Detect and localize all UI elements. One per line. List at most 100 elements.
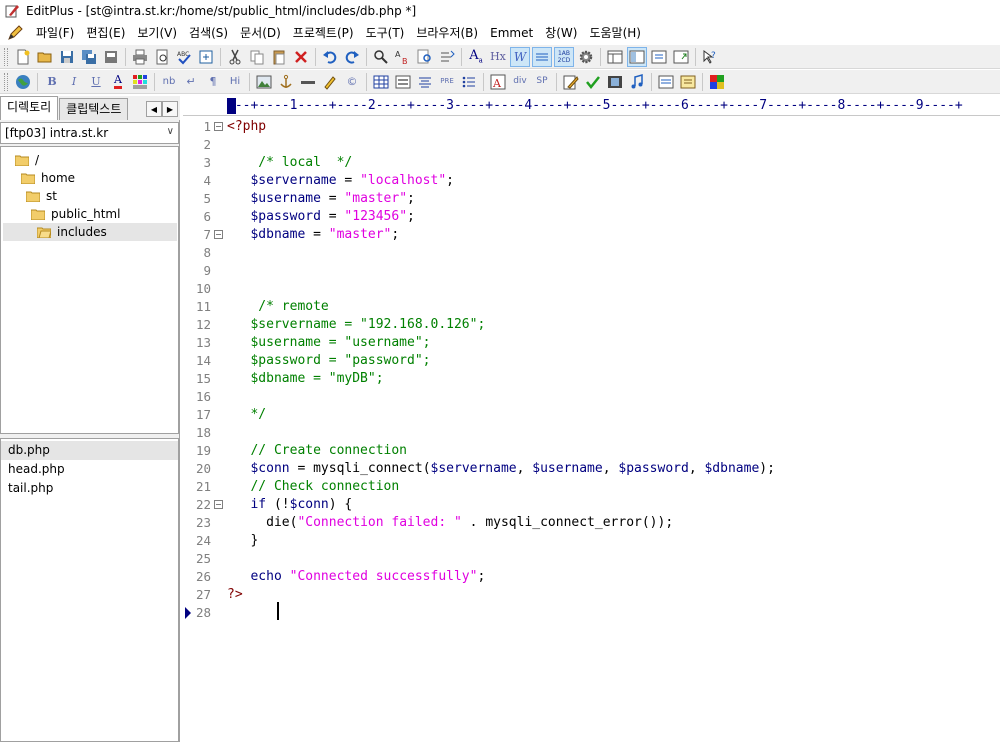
menu-emmet[interactable]: Emmet (484, 22, 539, 44)
menu-window[interactable]: 창(W) (539, 22, 583, 44)
underline-icon[interactable]: U (86, 72, 106, 92)
browser-globe-icon[interactable] (13, 72, 33, 92)
output-window-icon[interactable] (627, 46, 647, 67)
menu-tools[interactable]: 도구(T) (360, 22, 411, 44)
tree-item-root[interactable]: / (15, 151, 175, 169)
code-line-17: */ (227, 407, 267, 422)
line-number: 21 (195, 479, 211, 494)
tree-item-home[interactable]: home (21, 169, 176, 187)
directory-tree: / home st public_html includes (0, 146, 179, 434)
settings-gear-icon[interactable] (576, 47, 596, 67)
image-icon[interactable] (254, 72, 274, 92)
menu-help[interactable]: 도움말(H) (583, 22, 647, 44)
validate-icon[interactable] (583, 72, 603, 92)
code-area[interactable]: <?php /* local */ $servername = "localho… (227, 118, 1000, 742)
color-table-icon[interactable] (707, 72, 727, 92)
open-folder-icon[interactable] (35, 47, 55, 67)
html-window-icon[interactable] (656, 72, 676, 92)
drive-select[interactable]: [ftp03] intra.st.kr ∨ (0, 122, 179, 144)
list-icon[interactable] (459, 72, 479, 92)
code-line-7: $dbname = "master"; (250, 227, 400, 242)
document-selector-icon[interactable] (196, 47, 216, 67)
menu-file[interactable]: 파일(F) (30, 22, 80, 44)
horizontal-rule-icon[interactable] (298, 72, 318, 92)
tab-scroll-left-icon[interactable]: ◀ (146, 101, 162, 117)
line-number: 11 (195, 299, 211, 314)
tab-directory[interactable]: 디렉토리 (0, 96, 59, 120)
word-wrap-icon[interactable]: W (510, 46, 530, 67)
code-line-26: echo "Connected successfully"; (250, 569, 486, 584)
redo-icon[interactable] (342, 47, 362, 67)
goto-line-icon[interactable] (437, 47, 457, 67)
menu-view[interactable]: 보기(V) (131, 22, 183, 44)
tree-item-st[interactable]: st (26, 187, 176, 205)
font-color-icon[interactable]: A (108, 72, 128, 92)
code-editor[interactable]: ---+----1----+----2----+----3----+----4-… (183, 96, 1000, 742)
spellcheck-icon[interactable]: ABC (174, 47, 194, 67)
folder-icon (21, 173, 35, 184)
audio-icon[interactable] (627, 72, 647, 92)
save-icon[interactable] (57, 47, 77, 67)
bold-icon[interactable]: B (42, 72, 62, 92)
print-icon[interactable] (130, 47, 150, 67)
font-tag-icon[interactable]: A (488, 72, 508, 92)
div-icon[interactable]: div (510, 72, 530, 92)
italic-icon[interactable]: I (64, 72, 84, 92)
tree-item-public-html[interactable]: public_html (31, 205, 176, 223)
line-break-icon[interactable]: ↵ (181, 72, 201, 92)
svg-text:A: A (492, 77, 502, 90)
fold-toggle-icon[interactable] (214, 122, 223, 131)
paste-icon[interactable] (269, 47, 289, 67)
toolbar-grip[interactable] (4, 72, 8, 91)
menu-edit[interactable]: 편집(E) (80, 22, 131, 44)
find-icon[interactable] (371, 47, 391, 67)
tab-cliptext[interactable]: 클립텍스트 (59, 98, 129, 120)
tree-item-includes[interactable]: includes (3, 223, 177, 241)
edit-pencil-icon[interactable] (561, 72, 581, 92)
video-icon[interactable] (605, 72, 625, 92)
menu-document[interactable]: 문서(D) (234, 22, 287, 44)
menu-browser[interactable]: 브라우저(B) (410, 22, 484, 44)
paragraph-icon[interactable]: ¶ (203, 72, 223, 92)
delete-icon[interactable] (291, 47, 311, 67)
directory-window-icon[interactable] (605, 47, 625, 67)
cut-icon[interactable] (225, 47, 245, 67)
context-help-icon[interactable]: ? (700, 47, 720, 67)
file-item-db-php[interactable]: db.php (1, 441, 178, 460)
table-icon[interactable] (371, 72, 391, 92)
find-in-files-icon[interactable] (415, 47, 435, 67)
menu-project[interactable]: 프로젝트(P) (287, 22, 360, 44)
span-icon[interactable]: SP (532, 72, 552, 92)
file-item-tail-php[interactable]: tail.php (1, 479, 178, 498)
line-number: 15 (195, 371, 211, 386)
highlight-icon[interactable] (320, 72, 340, 92)
ftp-save-icon[interactable] (101, 47, 121, 67)
save-all-icon[interactable] (79, 47, 99, 67)
form-icon[interactable] (393, 72, 413, 92)
comment-icon[interactable]: © (342, 72, 362, 92)
nbsp-icon[interactable]: nb (159, 72, 179, 92)
color-picker-icon[interactable] (130, 72, 150, 92)
copy-icon[interactable] (247, 47, 267, 67)
html-heading-icon[interactable]: Hx (488, 47, 508, 67)
menu-search[interactable]: 검색(S) (183, 22, 234, 44)
replace-icon[interactable]: AB (393, 47, 413, 67)
undo-icon[interactable] (320, 47, 340, 67)
ruler-icon[interactable]: 1AB 2CD (554, 46, 574, 67)
new-file-icon[interactable] (13, 47, 33, 67)
file-item-head-php[interactable]: head.php (1, 460, 178, 479)
toolbar-options-icon[interactable] (678, 72, 698, 92)
line-numbers-icon[interactable] (532, 46, 552, 67)
clip-window-icon[interactable] (649, 47, 669, 67)
anchor-icon[interactable] (276, 72, 296, 92)
print-preview-icon[interactable] (152, 47, 172, 67)
toolbar-grip[interactable] (4, 47, 8, 66)
center-align-icon[interactable] (415, 72, 435, 92)
pre-icon[interactable]: PRE (437, 72, 457, 92)
heading-icon[interactable]: Hi (225, 72, 245, 92)
fold-toggle-icon[interactable] (214, 500, 223, 509)
fold-toggle-icon[interactable] (214, 230, 223, 239)
fullscreen-icon[interactable] (671, 47, 691, 67)
font-size-icon[interactable]: Aa (466, 47, 486, 67)
tab-scroll-right-icon[interactable]: ▶ (162, 101, 178, 117)
